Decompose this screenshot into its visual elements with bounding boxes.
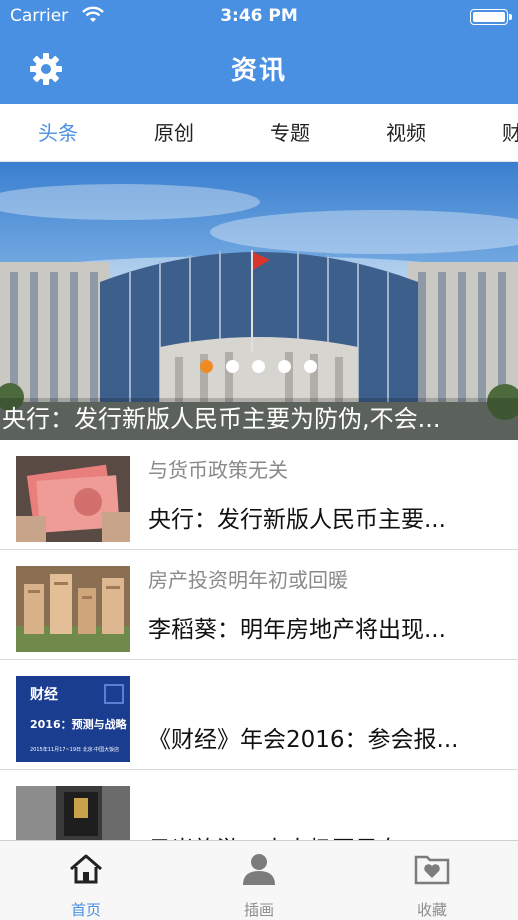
- person-icon: [243, 854, 275, 885]
- carousel-dot[interactable]: [304, 360, 317, 373]
- thumbnail-date: 2015年11月17~19日 北京·中国大饭店: [30, 747, 120, 753]
- news-title: 《财经》年会2016：参会报...: [148, 727, 459, 753]
- carousel-dot[interactable]: [252, 360, 265, 373]
- tab-favorites-label: 收藏: [416, 901, 447, 919]
- status-time: 3:46 PM: [220, 6, 298, 26]
- news-title: 李稻葵：明年房地产将出现...: [148, 617, 446, 643]
- carousel-dot[interactable]: [226, 360, 239, 373]
- carousel-dot[interactable]: [278, 360, 291, 373]
- heart-folder-icon: [414, 855, 450, 885]
- bottom-tab-bar: 首页 插画 收藏: [0, 840, 518, 920]
- tab-illustration-label: 插画: [243, 901, 274, 919]
- carousel-dot-active[interactable]: [200, 360, 213, 373]
- news-subtitle: 房产投资明年初或回暖: [148, 568, 348, 592]
- tab-topics[interactable]: 专题: [270, 104, 310, 161]
- news-subtitle: 与货币政策无关: [148, 458, 288, 482]
- banner-carousel[interactable]: 央行：发行新版人民币主要为防伪,不会...: [0, 162, 518, 440]
- page-title: 资讯: [230, 56, 287, 86]
- list-item[interactable]: 财经 2016：预测与战略 2015年11月17~19日 北京·中国大饭店 《财…: [0, 660, 518, 770]
- news-thumbnail: [16, 456, 130, 542]
- category-tabs: 头条 原创 专题 视频 财: [0, 104, 518, 162]
- tab-original[interactable]: 原创: [154, 104, 194, 161]
- news-thumbnail: [16, 566, 130, 652]
- news-title: 央行：发行新版人民币主要...: [148, 507, 446, 533]
- list-item[interactable]: 与货币政策无关 央行：发行新版人民币主要...: [0, 440, 518, 550]
- tab-illustration[interactable]: 插画: [173, 841, 345, 920]
- banner-caption[interactable]: 央行：发行新版人民币主要为防伪,不会...: [0, 398, 518, 440]
- list-item[interactable]: 房产投资明年初或回暖 李稻葵：明年房地产将出现...: [0, 550, 518, 660]
- top-bar: Carrier 3:46 PM 资讯: [0, 0, 518, 104]
- status-bar: Carrier 3:46 PM: [0, 0, 518, 34]
- thumbnail-brand: 财经: [30, 687, 58, 703]
- tab-favorites[interactable]: 收藏: [346, 841, 518, 920]
- tab-home-label: 首页: [70, 901, 101, 919]
- home-icon: [70, 854, 102, 884]
- tab-finance[interactable]: 财: [502, 104, 518, 161]
- thumbnail-headline: 2016：预测与战略: [30, 718, 127, 731]
- tab-headlines[interactable]: 头条: [38, 104, 78, 161]
- battery-icon: [470, 9, 512, 25]
- news-thumbnail: 财经 2016：预测与战略 2015年11月17~19日 北京·中国大饭店: [16, 676, 130, 762]
- tab-video[interactable]: 视频: [386, 104, 426, 161]
- tab-home[interactable]: 首页: [0, 841, 172, 920]
